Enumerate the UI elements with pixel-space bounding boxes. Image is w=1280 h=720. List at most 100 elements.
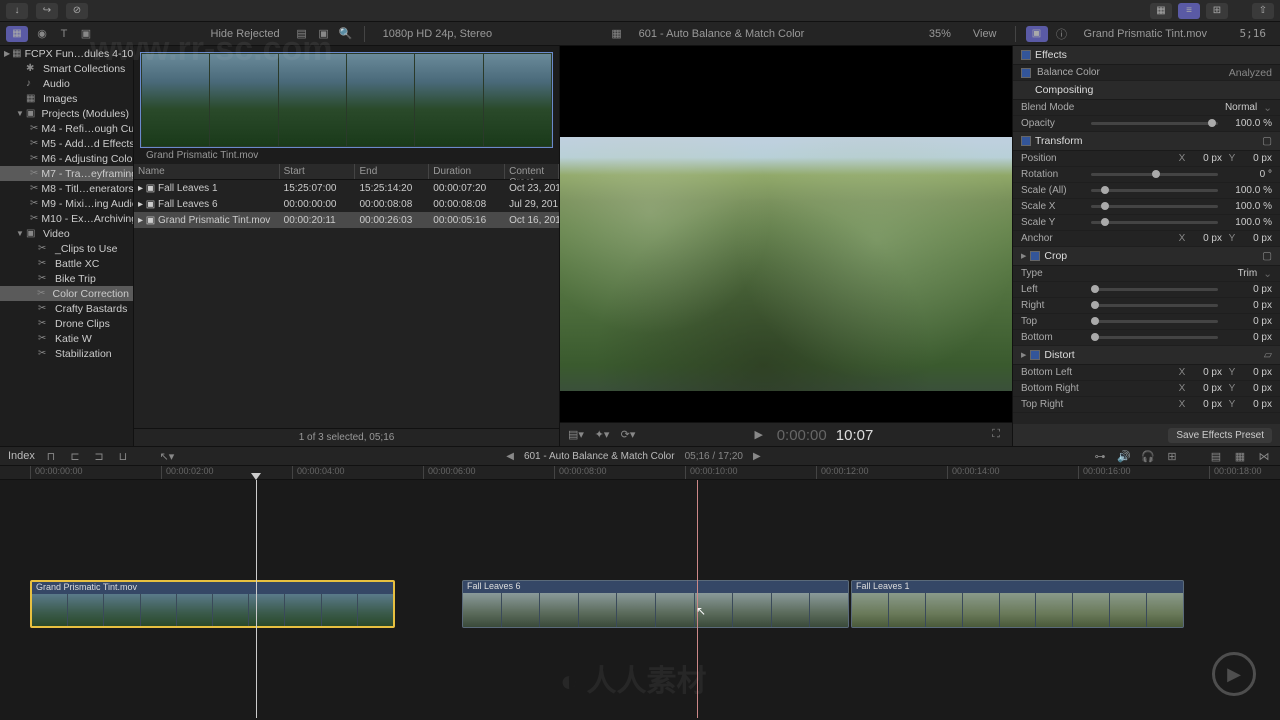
timeline-display-icon[interactable]: ▤ xyxy=(1208,448,1224,464)
photos-icon[interactable]: ◉ xyxy=(34,26,50,42)
retime-dropdown[interactable]: ⟳▾ xyxy=(620,427,636,443)
col-end[interactable]: End xyxy=(355,164,429,179)
clip-appearance-dropdown[interactable]: ▤▾ xyxy=(568,427,584,443)
inspector-video-tab[interactable]: ▣ xyxy=(1026,26,1048,42)
view-dropdown[interactable]: View xyxy=(965,28,1005,40)
crop-left-row[interactable]: Left 0 px xyxy=(1013,282,1280,298)
keyword-button[interactable]: ↪ xyxy=(36,3,58,19)
layout-grid-icon[interactable]: ▦ xyxy=(1150,3,1172,19)
share-button[interactable]: ⇧ xyxy=(1252,3,1274,19)
sidebar-item[interactable]: ✂_Clips to Use xyxy=(0,241,133,256)
titles-icon[interactable]: T xyxy=(56,26,72,42)
distort-br-row[interactable]: Bottom Right X0 pxY0 px xyxy=(1013,381,1280,397)
viewer-canvas[interactable] xyxy=(560,46,1012,422)
sidebar-item[interactable]: ▼▣Projects (Modules) xyxy=(0,106,133,121)
crop-bottom-row[interactable]: Bottom 0 px xyxy=(1013,330,1280,346)
col-name[interactable]: Name xyxy=(134,164,280,179)
sidebar-item[interactable]: ✂Drone Clips xyxy=(0,316,133,331)
crop-top-row[interactable]: Top 0 px xyxy=(1013,314,1280,330)
browser-column-header[interactable]: Name Start End Duration Content Creat xyxy=(134,164,559,180)
sidebar-item[interactable]: ✂M5 - Add…d Effects xyxy=(0,136,133,151)
transform-reset-icon[interactable]: ▢ xyxy=(1262,135,1272,147)
angle-icon[interactable]: ▦ xyxy=(609,26,625,42)
rotation-row[interactable]: Rotation 0 ° xyxy=(1013,167,1280,183)
timeline-clip[interactable]: Grand Prismatic Tint.mov xyxy=(30,580,395,628)
effects-checkbox[interactable] xyxy=(1021,50,1031,60)
col-content-created[interactable]: Content Creat xyxy=(505,164,559,179)
browser-row[interactable]: ▸ ▣ Fall Leaves 115:25:07:0015:25:14:200… xyxy=(134,180,559,196)
timeline-clip[interactable]: Fall Leaves 6 xyxy=(462,580,849,628)
skimming-icon[interactable]: ⊶ xyxy=(1092,448,1108,464)
distort-tool-icon[interactable]: ▱ xyxy=(1264,349,1272,361)
distort-section-header[interactable]: ▶ Distort ▱ xyxy=(1013,346,1280,365)
crop-tool-icon[interactable]: ▢ xyxy=(1262,250,1272,262)
clip-appearance-icon[interactable]: ▤ xyxy=(294,26,310,42)
crop-type-row[interactable]: Type Trim⌄ xyxy=(1013,266,1280,282)
blend-mode-row[interactable]: Blend Mode Normal⌄ xyxy=(1013,100,1280,116)
inspector-info-tab[interactable]: ⓘ xyxy=(1054,26,1070,42)
sidebar-item[interactable]: ✂M9 - Mixi…ing Audio xyxy=(0,196,133,211)
sidebar-item[interactable]: ✂Katie W xyxy=(0,331,133,346)
sidebar-item[interactable]: ✂Battle XC xyxy=(0,256,133,271)
sidebar-item[interactable]: ♪Audio xyxy=(0,76,133,91)
generators-icon[interactable]: ▣ xyxy=(78,26,94,42)
enhance-dropdown[interactable]: ✦▾ xyxy=(594,427,610,443)
sidebar-item[interactable]: ✂M4 - Refi…ough Cut xyxy=(0,121,133,136)
sidebar-item[interactable]: ▦Images xyxy=(0,91,133,106)
transform-checkbox[interactable] xyxy=(1021,136,1031,146)
balance-color-row[interactable]: Balance Color Analyzed xyxy=(1013,65,1280,81)
append-clip-icon[interactable]: ⊐ xyxy=(91,448,107,464)
sidebar-item[interactable]: ▶▦FCPX Fun…dules 4-10) xyxy=(0,46,133,61)
play-button[interactable]: ▶ xyxy=(751,427,767,443)
browser-row[interactable]: ▸ ▣ Grand Prismatic Tint.mov00:00:20:110… xyxy=(134,212,559,228)
sidebar-item[interactable]: ✂M6 - Adjusting Color xyxy=(0,151,133,166)
layout-list-icon[interactable]: ≡ xyxy=(1178,3,1200,19)
sidebar-item[interactable]: ✂M7 - Tra…eyframing xyxy=(0,166,133,181)
scale-all-row[interactable]: Scale (All) 100.0 % xyxy=(1013,183,1280,199)
timeline-ruler[interactable]: 00:00:00:0000:00:02:0000:00:04:0000:00:0… xyxy=(0,466,1280,480)
effects-browser-icon[interactable]: ▦ xyxy=(1232,448,1248,464)
sidebar-item[interactable]: ✂M8 - Titl…enerators xyxy=(0,181,133,196)
blend-mode-value[interactable]: Normal xyxy=(1209,102,1257,113)
distort-tr-row[interactable]: Top Right X0 pxY0 px xyxy=(1013,397,1280,413)
anchor-row[interactable]: Anchor X0 pxY0 px xyxy=(1013,231,1280,247)
index-button[interactable]: Index xyxy=(8,450,35,462)
zoom-dropdown[interactable]: 35% xyxy=(921,28,959,40)
insert-clip-icon[interactable]: ⊏ xyxy=(67,448,83,464)
bg-tasks-button[interactable]: ⊘ xyxy=(66,3,88,19)
scale-x-row[interactable]: Scale X 100.0 % xyxy=(1013,199,1280,215)
timeline[interactable]: ↖ Grand Prismatic Tint.movFall Leaves 6F… xyxy=(0,480,1280,718)
crop-right-row[interactable]: Right 0 px xyxy=(1013,298,1280,314)
browser-row[interactable]: ▸ ▣ Fall Leaves 600:00:00:0000:00:08:080… xyxy=(134,196,559,212)
layout-dual-icon[interactable]: ⊞ xyxy=(1206,3,1228,19)
position-row[interactable]: Position X0 pxY0 px xyxy=(1013,151,1280,167)
balance-color-checkbox[interactable] xyxy=(1021,68,1031,78)
sidebar-item[interactable]: ✂Stabilization xyxy=(0,346,133,361)
fullscreen-icon[interactable]: ⛶ xyxy=(988,427,1004,443)
sidebar-item[interactable]: ✂Bike Trip xyxy=(0,271,133,286)
compositing-section-header[interactable]: Compositing xyxy=(1013,81,1280,100)
scale-y-row[interactable]: Scale Y 100.0 % xyxy=(1013,215,1280,231)
sidebar-item[interactable]: ✂Crafty Bastards xyxy=(0,301,133,316)
distort-checkbox[interactable] xyxy=(1030,350,1040,360)
overwrite-clip-icon[interactable]: ⊔ xyxy=(115,448,131,464)
sidebar-item[interactable]: ▼▣Video xyxy=(0,226,133,241)
transform-section-header[interactable]: Transform ▢ xyxy=(1013,132,1280,151)
distort-bl-row[interactable]: Bottom Left X0 pxY0 px xyxy=(1013,365,1280,381)
solo-icon[interactable]: 🎧 xyxy=(1140,448,1156,464)
opacity-row[interactable]: Opacity 100.0 % xyxy=(1013,116,1280,132)
import-button[interactable]: ↓ xyxy=(6,3,28,19)
filter-icon[interactable]: ▣ xyxy=(316,26,332,42)
search-icon[interactable]: 🔍 xyxy=(338,26,354,42)
library-icon[interactable]: ▦ xyxy=(6,26,28,42)
hide-rejected-dropdown[interactable]: Hide Rejected xyxy=(203,28,288,40)
opacity-slider[interactable] xyxy=(1091,122,1218,125)
col-duration[interactable]: Duration xyxy=(429,164,505,179)
save-effects-preset-button[interactable]: Save Effects Preset xyxy=(1168,428,1272,443)
sidebar-item[interactable]: ✱Smart Collections xyxy=(0,61,133,76)
filmstrip-preview[interactable]: Grand Prismatic Tint.mov xyxy=(134,46,559,164)
crop-checkbox[interactable] xyxy=(1030,251,1040,261)
sidebar-item[interactable]: ✂M10 - Ex…Archiving xyxy=(0,211,133,226)
col-start[interactable]: Start xyxy=(280,164,356,179)
audio-skim-icon[interactable]: 🔊 xyxy=(1116,448,1132,464)
